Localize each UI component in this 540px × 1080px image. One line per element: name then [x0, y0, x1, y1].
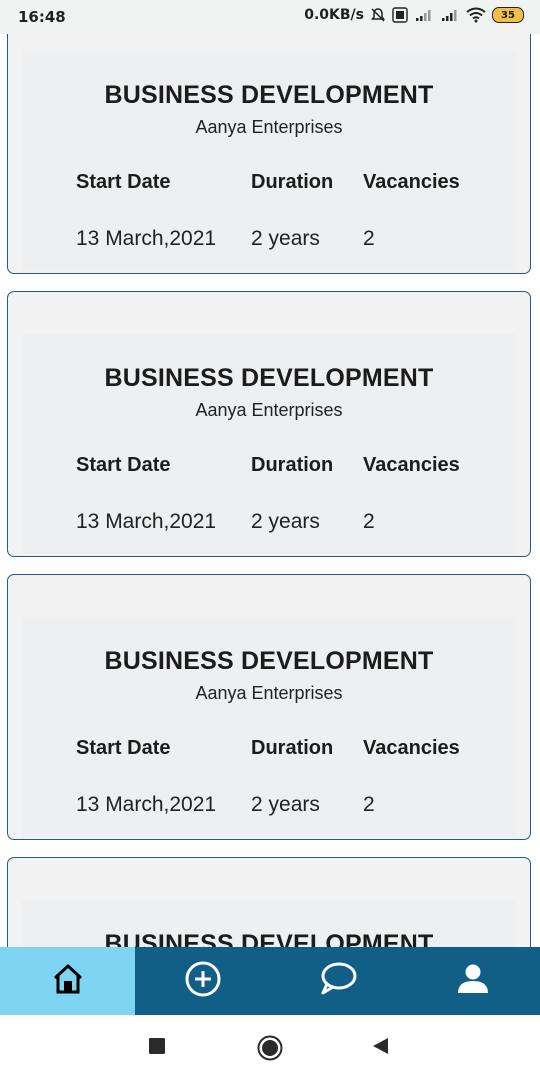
back-triangle-icon[interactable]: [371, 1037, 389, 1060]
duration-value: 2 years: [251, 510, 320, 533]
company-name: Aanya Enterprises: [195, 400, 343, 420]
battery-icon: 35: [492, 7, 524, 23]
card-title: BUSINESS DEVELOPMENT: [104, 647, 434, 675]
card-title: BUSINESS DEVELOPMENT: [104, 81, 434, 109]
company-name: Aanya Enterprises: [195, 683, 343, 703]
network-speed: 0.0KB/s: [304, 7, 364, 23]
internship-card[interactable]: BUSINESS DEVELOPMENT: [7, 857, 531, 947]
card-content: BUSINESS DEVELOPMENT: [22, 900, 516, 947]
duration-label: Duration: [251, 454, 334, 476]
vacancies-value: 2: [363, 793, 375, 816]
nav-add[interactable]: [135, 947, 270, 1015]
card-title: BUSINESS DEVELOPMENT: [104, 364, 434, 392]
chat-bubble-icon: [318, 960, 358, 1003]
company-name: Aanya Enterprises: [195, 117, 343, 137]
nav-home[interactable]: [0, 947, 135, 1015]
card-content: BUSINESS DEVELOPMENT Aanya Enterprises S…: [22, 334, 516, 554]
vacancies-label: Vacancies: [363, 737, 460, 759]
nav-chat[interactable]: [270, 947, 405, 1015]
home-icon: [51, 962, 85, 1001]
vacancies-label: Vacancies: [363, 171, 460, 193]
card-content: BUSINESS DEVELOPMENT Aanya Enterprises S…: [22, 617, 516, 837]
internship-card[interactable]: BUSINESS DEVELOPMENT Aanya Enterprises S…: [7, 291, 531, 557]
signal-icon: [440, 8, 460, 22]
signal-icon: [414, 8, 434, 22]
start-date-label: Start Date: [76, 737, 171, 759]
bottom-navigation: [0, 947, 540, 1015]
duration-value: 2 years: [251, 227, 320, 250]
duration-label: Duration: [251, 171, 334, 193]
vacancies-value: 2: [363, 510, 375, 533]
start-date-label: Start Date: [76, 454, 171, 476]
status-bar: 16:48 0.0KB/s 35: [0, 0, 540, 34]
profile-icon: [456, 962, 490, 1001]
home-circle-icon[interactable]: [257, 1035, 283, 1066]
nav-profile[interactable]: [405, 947, 540, 1015]
status-time: 16:48: [18, 8, 66, 26]
internship-card[interactable]: BUSINESS DEVELOPMENT Aanya Enterprises S…: [7, 574, 531, 840]
vacancies-label: Vacancies: [363, 454, 460, 476]
duration-value: 2 years: [251, 793, 320, 816]
alarm-off-icon: [370, 7, 386, 23]
start-date-value: 13 March,2021: [76, 510, 217, 533]
card-content: BUSINESS DEVELOPMENT Aanya Enterprises S…: [22, 51, 516, 271]
vacancies-value: 2: [363, 227, 375, 250]
recents-square-icon[interactable]: [148, 1037, 166, 1060]
start-date-label: Start Date: [76, 171, 171, 193]
add-circle-icon: [184, 960, 222, 1003]
status-icons: 0.0KB/s 35: [304, 7, 524, 23]
internship-card[interactable]: BUSINESS DEVELOPMENT Aanya Enterprises S…: [7, 8, 531, 274]
start-date-value: 13 March,2021: [76, 227, 217, 250]
internship-list[interactable]: BUSINESS DEVELOPMENT Aanya Enterprises S…: [0, 0, 540, 947]
card-title: BUSINESS DEVELOPMENT: [104, 930, 434, 947]
start-date-value: 13 March,2021: [76, 793, 217, 816]
volte-icon: [392, 7, 408, 23]
duration-label: Duration: [251, 737, 334, 759]
wifi-icon: [466, 7, 486, 23]
system-navigation-bar: [0, 1015, 540, 1080]
